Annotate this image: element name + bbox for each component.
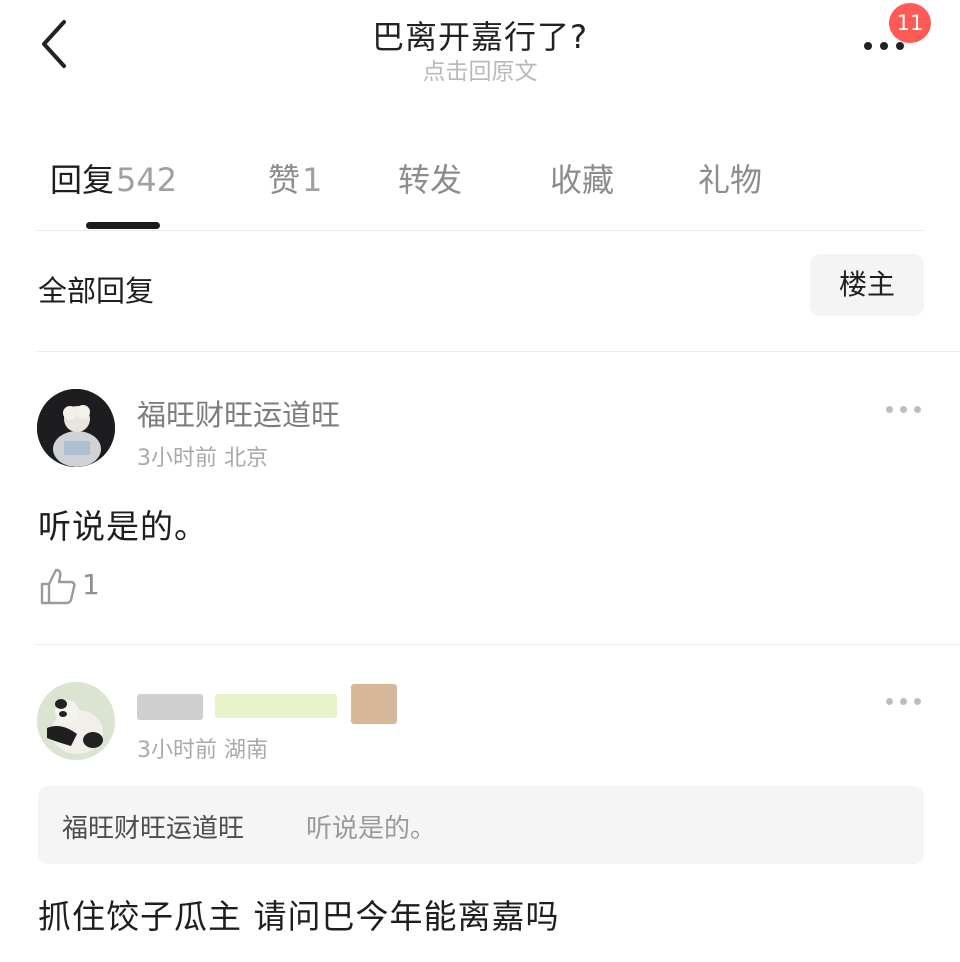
tab-label: 回复 bbox=[50, 161, 115, 199]
tab-label: 转发 bbox=[398, 161, 463, 199]
tab-label: 赞 bbox=[268, 161, 301, 199]
comment-location: 湖南 bbox=[224, 738, 269, 763]
avatar[interactable] bbox=[37, 682, 115, 760]
comment-divider bbox=[36, 644, 960, 645]
comment-more-button[interactable] bbox=[882, 400, 926, 420]
avatar-image bbox=[37, 682, 115, 760]
tab-gifts[interactable]: 礼物 bbox=[698, 155, 762, 201]
quote-text: 听说是的。 bbox=[306, 814, 437, 844]
redacted-badge-block bbox=[215, 694, 337, 718]
comment-text: 听说是的。 bbox=[38, 507, 208, 546]
quote-author: 福旺财旺运道旺 bbox=[62, 814, 245, 844]
avatar-image bbox=[37, 389, 115, 467]
tab-label: 收藏 bbox=[550, 161, 615, 199]
tab-favorites[interactable]: 收藏 bbox=[550, 155, 614, 201]
redacted-name-block bbox=[137, 694, 203, 720]
tab-likes[interactable]: 赞1 bbox=[268, 155, 322, 201]
tabs-divider bbox=[36, 230, 924, 231]
tab-count: 542 bbox=[116, 161, 178, 199]
thumbs-up-icon bbox=[40, 568, 76, 605]
active-tab-indicator bbox=[86, 222, 160, 229]
quoted-reply[interactable]: 福旺财旺运道旺 听说是的。 bbox=[38, 786, 924, 864]
owner-filter-button[interactable]: 楼主 bbox=[810, 254, 924, 316]
comment-text: 抓住饺子瓜主 请问巴今年能离嘉吗 bbox=[38, 897, 560, 936]
like-count: 1 bbox=[82, 568, 100, 601]
comment-time: 3小时前 bbox=[137, 738, 217, 763]
all-replies-label: 全部回复 bbox=[38, 274, 155, 308]
tab-count: 1 bbox=[302, 161, 323, 199]
comment-meta: 3小时前 湖南 bbox=[137, 732, 268, 764]
notification-badge: 11 bbox=[889, 3, 931, 43]
comment-more-button[interactable] bbox=[882, 692, 926, 712]
view-original-link[interactable]: 点击回原文 bbox=[0, 52, 960, 86]
filter-divider bbox=[36, 351, 960, 352]
tab-reposts[interactable]: 转发 bbox=[398, 155, 462, 201]
comment-meta: 3小时前 北京 bbox=[137, 440, 268, 472]
avatar[interactable] bbox=[37, 389, 115, 467]
comment-location: 北京 bbox=[224, 446, 269, 471]
tab-label: 礼物 bbox=[698, 161, 763, 199]
redacted-icon-block bbox=[351, 684, 397, 724]
comment-time: 3小时前 bbox=[137, 446, 217, 471]
comment-username[interactable]: 福旺财旺运道旺 bbox=[137, 392, 340, 434]
comment-username[interactable] bbox=[137, 684, 407, 728]
tab-replies[interactable]: 回复542 bbox=[50, 155, 177, 201]
